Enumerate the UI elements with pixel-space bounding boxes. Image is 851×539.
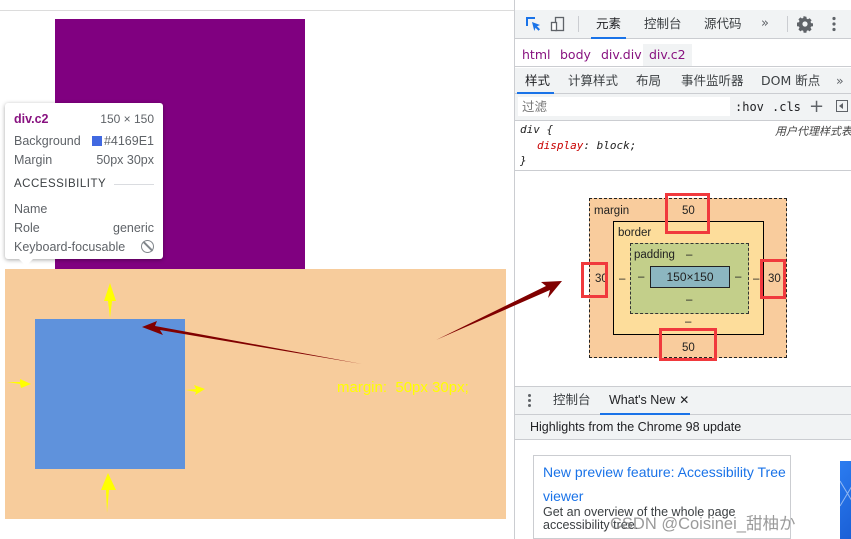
divider — [114, 183, 154, 185]
border-bottom-value[interactable]: – — [685, 316, 691, 328]
whats-new-label: What's New — [609, 393, 676, 407]
devtools-panel: 元素 控制台 源代码 » html body div.div div.c2 样式… — [514, 0, 851, 539]
tooltip-element-name: div.c2 — [14, 111, 49, 126]
tab-console[interactable]: 控制台 — [644, 10, 682, 38]
accessibility-heading-text: ACCESSIBILITY — [14, 178, 107, 190]
highlight-margin-left — [581, 262, 608, 298]
tooltip-header: div.c2 150 × 150 — [14, 110, 154, 127]
device-toolbar-icon[interactable] — [549, 15, 567, 33]
breadcrumb-item-html[interactable]: html — [522, 44, 550, 66]
tab-sources[interactable]: 源代码 — [704, 10, 742, 38]
rule-origin: 用户代理样式表 — [775, 125, 851, 138]
tooltip-label: Name — [14, 201, 48, 216]
gear-icon[interactable] — [796, 15, 814, 33]
breadcrumb-item-body[interactable]: body — [560, 44, 591, 66]
drawer-tabbar: 控制台 What's New ✕ — [515, 386, 851, 415]
padding-right-value[interactable]: – — [735, 271, 741, 283]
rule-declaration[interactable]: display: block; — [537, 139, 636, 152]
inspect-element-icon[interactable] — [524, 15, 542, 33]
close-icon[interactable]: ✕ — [679, 393, 689, 407]
styles-subtabs: 样式 计算样式 布局 事件监听器 DOM 断点 » — [515, 68, 851, 94]
toolbar-separator — [787, 16, 788, 32]
more-subtabs-button[interactable]: » — [836, 68, 844, 93]
style-rule: div { 用户代理样式表 display: block; } — [515, 120, 851, 171]
rule-value[interactable]: block; — [597, 139, 637, 152]
whats-new-header: Highlights from the Chrome 98 update — [515, 415, 851, 440]
thumbnail-graphic — [840, 480, 851, 507]
margin-label: margin — [594, 205, 630, 217]
breadcrumb: html body div.div div.c2 — [515, 44, 851, 67]
margin-annotation-text: margin: 50px 30px; — [337, 379, 469, 396]
subtab-computed[interactable]: 计算样式 — [568, 68, 618, 93]
box-model-content[interactable]: 150×150 — [650, 266, 730, 288]
tooltip-label: Keyboard-focusable — [14, 239, 126, 254]
new-style-rule-button[interactable]: + — [809, 94, 824, 120]
tooltip-value: #4169E1 — [91, 133, 154, 148]
highlight-margin-right — [760, 259, 786, 299]
tooltip-row-role: Role generic — [14, 219, 154, 236]
rule-close-brace: } — [520, 154, 527, 167]
styles-filter-input[interactable] — [518, 97, 730, 116]
subtab-dom-breakpoints[interactable]: DOM 断点 — [761, 68, 820, 93]
tooltip-value: 50px 30px — [96, 152, 154, 167]
dom-tree-peek — [515, 38, 851, 42]
color-swatch-icon — [91, 135, 102, 146]
more-tabs-button[interactable]: » — [761, 10, 769, 38]
tooltip-label: Background — [14, 133, 81, 148]
highlight-margin-top — [665, 193, 710, 234]
whats-new-card[interactable]: New preview feature: Accessibility Tree … — [533, 455, 791, 539]
kebab-menu-icon[interactable] — [825, 15, 843, 33]
subtab-layout[interactable]: 布局 — [636, 68, 661, 93]
toggle-sidebar-icon[interactable] — [836, 100, 848, 112]
box-model-border[interactable]: border – – – padding – – – – 150×150 — [613, 221, 764, 335]
drawer-tab-whats-new[interactable]: What's New ✕ — [599, 387, 691, 415]
feature-thumbnail[interactable] — [840, 461, 851, 539]
tooltip-label: Margin — [14, 152, 53, 167]
box-model-padding[interactable]: padding – – – – 150×150 — [630, 243, 749, 314]
subtab-styles[interactable]: 样式 — [516, 68, 555, 94]
tooltip-row-keyboard-focusable: Keyboard-focusable — [14, 238, 154, 255]
div-c2-box[interactable] — [35, 319, 185, 469]
padding-bottom-value[interactable]: – — [686, 294, 692, 306]
highlight-margin-bottom — [659, 328, 717, 361]
tooltip-row-name: Name — [14, 200, 154, 217]
devtools-toolbar: 元素 控制台 源代码 » — [515, 10, 851, 39]
tooltip-label: Role — [14, 220, 40, 235]
border-right-value[interactable]: – — [753, 273, 759, 285]
padding-left-value[interactable]: – — [638, 271, 644, 283]
padding-label: padding — [634, 249, 675, 261]
drawer-menu-icon[interactable] — [528, 394, 531, 409]
card-title-link[interactable]: New preview feature: Accessibility Tree … — [543, 460, 788, 508]
tooltip-row-background: Background #4169E1 — [14, 132, 154, 149]
tooltip-accessibility-heading: ACCESSIBILITY — [14, 178, 154, 190]
border-left-value[interactable]: – — [619, 273, 625, 285]
hover-state-toggle[interactable]: :hov — [735, 94, 764, 120]
padding-top-value[interactable]: – — [686, 249, 692, 261]
tab-elements[interactable]: 元素 — [590, 10, 627, 39]
breadcrumb-item-div-div[interactable]: div.div — [601, 44, 642, 66]
inspect-tooltip: div.c2 150 × 150 Background #4169E1 Marg… — [5, 103, 163, 266]
page-viewport: margin: 50px 30px; div.c2 150 × 150 Back… — [0, 0, 514, 539]
drawer-tab-console[interactable]: 控制台 — [553, 387, 591, 414]
class-toggle[interactable]: .cls — [772, 94, 801, 120]
rule-property[interactable]: display — [537, 139, 583, 152]
tooltip-value: generic — [113, 220, 154, 235]
subtab-event-listeners[interactable]: 事件监听器 — [681, 68, 744, 93]
styles-filter-bar: :hov .cls + — [515, 94, 851, 121]
toolbar-separator — [578, 16, 579, 32]
border-label: border — [618, 227, 652, 239]
rule-selector[interactable]: div { — [520, 123, 553, 136]
viewport-top-border — [0, 10, 514, 11]
breadcrumb-item-div-c2[interactable]: div.c2 — [643, 44, 692, 66]
tooltip-background-value: #4169E1 — [103, 133, 154, 148]
card-description: Get an overview of the whole page access… — [543, 505, 736, 532]
not-allowed-icon — [141, 240, 154, 253]
tooltip-dimensions: 150 × 150 — [100, 111, 154, 126]
tooltip-row-margin: Margin 50px 30px — [14, 151, 154, 168]
